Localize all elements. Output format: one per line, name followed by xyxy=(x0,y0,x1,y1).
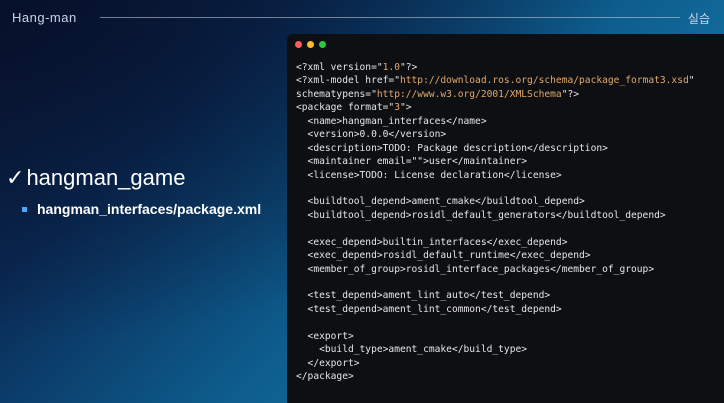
code-text: "?> xyxy=(399,62,418,73)
code-text: <exec_depend>rosidl_default_runtime</exe… xyxy=(296,250,591,262)
code-line: schematypens="http://www.w3.org/2001/XML… xyxy=(296,88,724,101)
code-line: <maintainer email="">user</maintainer> xyxy=(296,155,724,168)
code-text: <test_depend>ament_lint_auto</test_depen… xyxy=(296,290,551,302)
code-line: <name>hangman_interfaces</name> xyxy=(296,115,724,128)
code-text: <?xml version=" xyxy=(296,62,383,73)
code-text: " xyxy=(688,75,695,87)
code-line: <build_type>ament_cmake</build_type> xyxy=(296,343,724,356)
main-bullet: ✓ hangman_game xyxy=(6,165,185,191)
code-line: <test_depend>ament_lint_common</test_dep… xyxy=(296,303,724,316)
code-window: <?xml version="1.0"?> <?xml-model href="h… xyxy=(287,34,724,403)
code-text: schematypens=" xyxy=(296,88,377,100)
checkmark-icon: ✓ xyxy=(6,165,25,190)
code-text: <export> xyxy=(296,330,354,342)
window-controls xyxy=(295,41,326,48)
code-line: <buildtool_depend>ament_cmake</buildtool… xyxy=(296,195,724,208)
main-bullet-text: hangman_game xyxy=(26,165,186,190)
code-line: <package format="3"> xyxy=(296,101,724,114)
code-line: <export> xyxy=(296,330,724,343)
maximize-dot-icon[interactable] xyxy=(319,41,326,48)
square-bullet-icon xyxy=(22,207,27,212)
code-text: <description>TODO: Package description</… xyxy=(296,142,608,154)
code-string: http://download.ros.org/schema/package_f… xyxy=(399,75,689,87)
code-line: </export> xyxy=(296,357,724,370)
code-text: <package format=" xyxy=(296,102,395,114)
header-divider xyxy=(100,17,680,18)
code-line: <buildtool_depend>rosidl_default_generat… xyxy=(296,209,724,222)
code-text: <version>0.0.0</version> xyxy=(296,129,447,141)
code-text: ">user</maintainer> xyxy=(417,156,528,168)
code-line: <version>0.0.0</version> xyxy=(296,128,724,141)
code-text: </export> xyxy=(296,357,360,369)
slide-header-title: Hang-man xyxy=(12,10,77,25)
code-text: <?xml-model href=" xyxy=(296,75,400,87)
code-string: http://www.w3.org/2001/XMLSchema xyxy=(376,88,562,100)
code-line: <license>TODO: License declaration</lice… xyxy=(296,169,724,182)
code-text: </package> xyxy=(296,371,354,383)
code-text: <exec_depend>builtin_interfaces</exec_de… xyxy=(296,236,568,248)
slide-header-label: 실습 xyxy=(687,12,710,26)
code-string: 1.0 xyxy=(382,62,400,73)
code-line: <member_of_group>rosidl_interface_packag… xyxy=(296,263,724,276)
sub-bullet-text: hangman_interfaces/package.xml xyxy=(37,201,262,217)
sub-bullet: hangman_interfaces/package.xml xyxy=(22,200,272,218)
code-text: "> xyxy=(399,102,412,114)
code-text: <license>TODO: License declaration</lice… xyxy=(296,169,562,181)
code-text: <member_of_group>rosidl_interface_packag… xyxy=(296,263,655,275)
code-line: </package> xyxy=(296,370,724,383)
code-text: <buildtool_depend>ament_cmake</buildtool… xyxy=(296,196,585,208)
code-line: <test_depend>ament_lint_auto</test_depen… xyxy=(296,289,724,302)
code-text: "?> xyxy=(561,88,580,100)
code-line: <exec_depend>rosidl_default_runtime</exe… xyxy=(296,249,724,262)
code-text: <build_type>ament_cmake</build_type> xyxy=(296,344,528,356)
code-text: <test_depend>ament_lint_common</test_dep… xyxy=(296,303,562,315)
code-text: <maintainer email=" xyxy=(296,156,418,168)
code-text: <buildtool_depend>rosidl_default_generat… xyxy=(296,209,666,221)
code-text: <name>hangman_interfaces</name> xyxy=(296,115,487,127)
code-line: <description>TODO: Package description</… xyxy=(296,142,724,155)
code-block: <?xml version="1.0"?> <?xml-model href="h… xyxy=(296,61,724,384)
code-line: <?xml-model href="http://download.ros.or… xyxy=(296,74,724,87)
code-line: <?xml version="1.0"?> xyxy=(296,61,724,74)
minimize-dot-icon[interactable] xyxy=(307,41,314,48)
code-line: <exec_depend>builtin_interfaces</exec_de… xyxy=(296,236,724,249)
close-dot-icon[interactable] xyxy=(295,41,302,48)
